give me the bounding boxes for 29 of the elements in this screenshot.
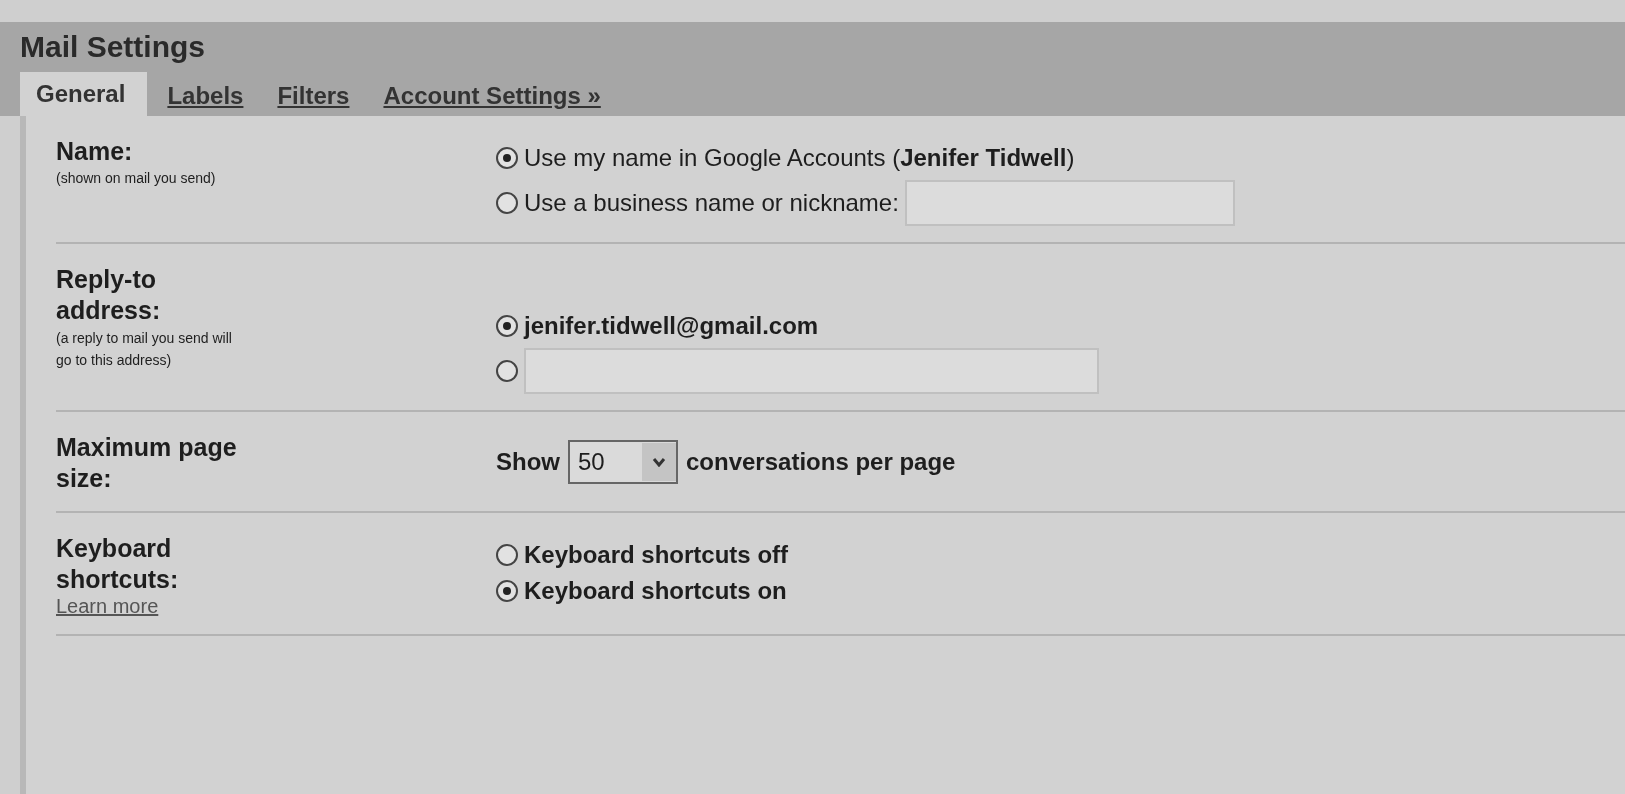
option-label: Keyboard shortcuts off <box>524 540 789 569</box>
radio-button[interactable] <box>496 315 518 337</box>
learn-more-link[interactable]: Learn more <box>56 595 159 617</box>
setting-label: Name: <box>56 136 134 167</box>
page-size-dropdown[interactable]: 50 <box>568 440 678 484</box>
radio-button[interactable] <box>496 543 518 566</box>
radio-button[interactable] <box>496 192 518 214</box>
text-field[interactable] <box>904 180 1235 226</box>
text-field[interactable] <box>524 348 1099 394</box>
option-label: Keyboard shortcuts on <box>524 576 787 605</box>
tab[interactable]: Filters <box>277 76 350 116</box>
tab[interactable]: Account Settings » <box>383 76 601 116</box>
radio-button[interactable] <box>496 147 518 169</box>
setting-label: Maximum page size: <box>56 432 238 495</box>
caret-icon <box>642 443 676 481</box>
tab[interactable]: General <box>20 72 148 116</box>
tab[interactable]: Labels <box>167 76 244 116</box>
option-label: Show <box>496 448 560 476</box>
option-label: jenifer.tidwell@gmail.com <box>524 312 819 340</box>
window-title: Mail Settings <box>20 30 207 65</box>
option-label: conversations per page <box>686 448 956 476</box>
setting-label: Keyboard shortcuts: <box>56 532 180 595</box>
setting-label: Reply-to address: <box>56 264 162 327</box>
radio-button[interactable] <box>496 579 518 602</box>
setting-hint: (shown on mail you send) <box>56 169 217 189</box>
setting-hint: (a reply to mail you send will go to this address) <box>56 328 233 370</box>
radio-button[interactable] <box>496 360 518 382</box>
option-label: Use a business name or nickname: <box>524 189 899 217</box>
option-label: Use my name in Google Accounts (Jenifer Tidwell) <box>524 144 1075 172</box>
